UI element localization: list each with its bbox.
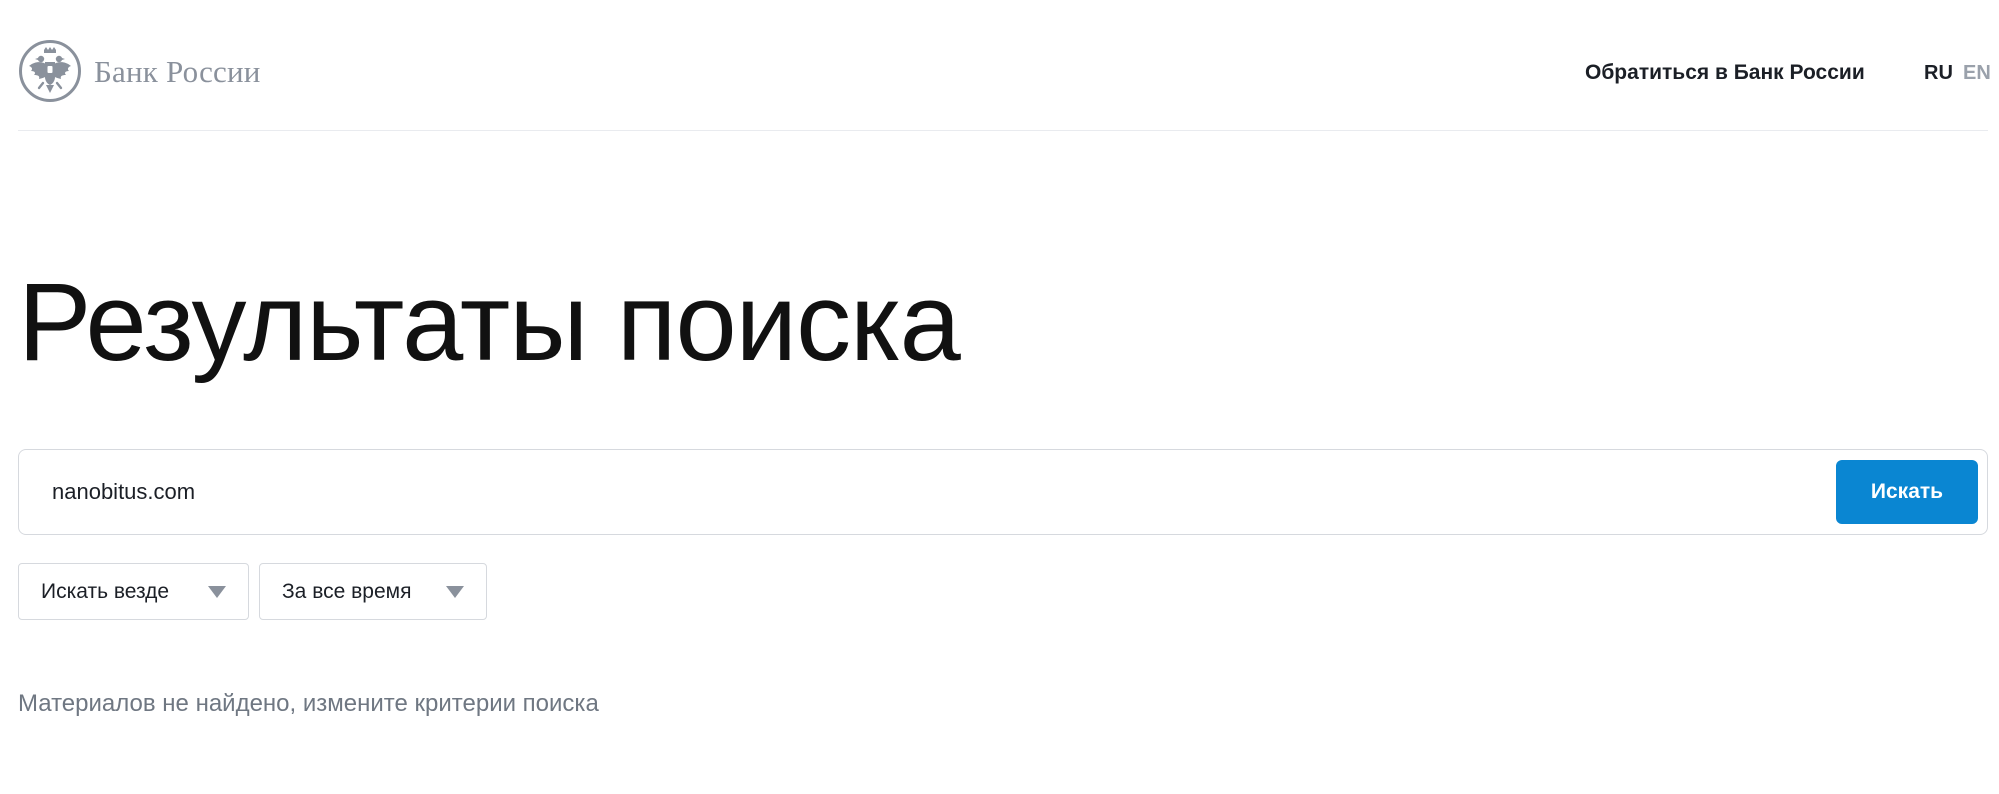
triangle-down-icon [208, 586, 226, 598]
search-scope-label: Искать везде [41, 579, 170, 603]
logo-link[interactable]: Банк России [18, 39, 261, 103]
search-period-label: За все время [282, 579, 412, 603]
logo-text: Банк России [94, 53, 261, 89]
site-header: Банк России Обратиться в Банк России RU … [18, 0, 1991, 131]
search-form: Искать [18, 449, 1988, 535]
search-scope-dropdown[interactable]: Искать везде [18, 563, 249, 620]
no-results-message: Материалов не найдено, измените критерии… [18, 690, 599, 717]
search-period-dropdown[interactable]: За все время [259, 563, 487, 620]
triangle-down-icon [446, 586, 464, 598]
contact-bank-link[interactable]: Обратиться в Банк России [1585, 58, 1865, 88]
search-input[interactable] [52, 470, 1832, 514]
search-button[interactable]: Искать [1836, 460, 1978, 524]
double-headed-eagle-icon [19, 40, 81, 102]
page-title: Результаты поиска [18, 261, 961, 384]
lang-switch-ru[interactable]: RU [1924, 58, 1953, 88]
lang-switch-en[interactable]: EN [1963, 58, 1991, 88]
